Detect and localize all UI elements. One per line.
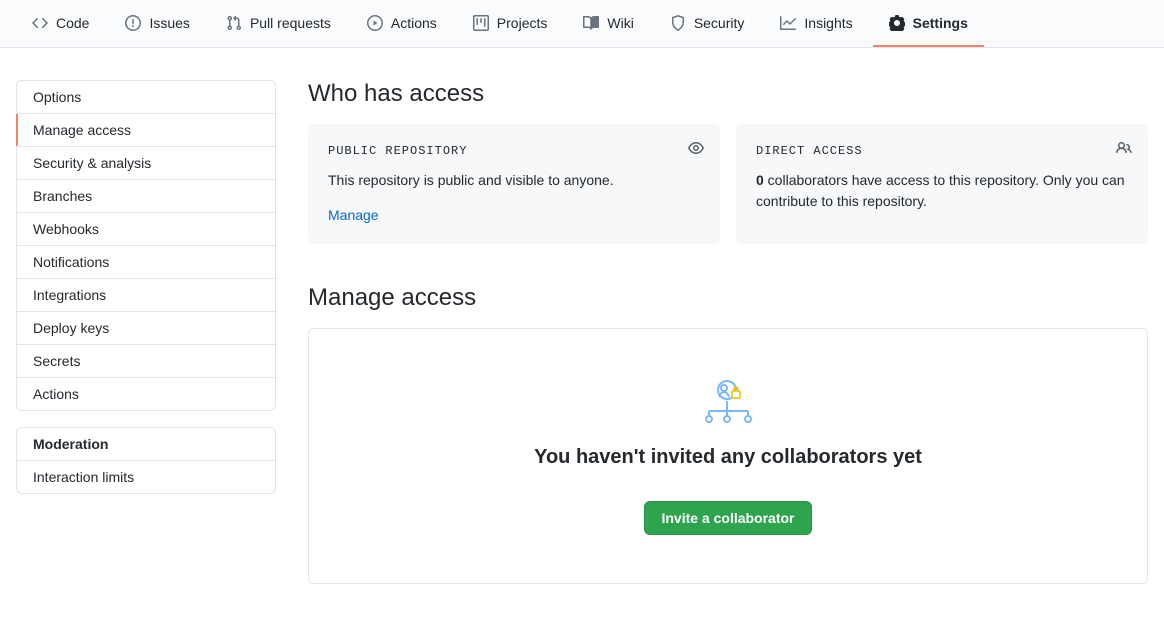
tab-label: Wiki [607,15,633,31]
public-repo-card: PUBLIC REPOSITORY This repository is pub… [308,124,720,244]
sidebar-item-branches[interactable]: Branches [17,180,275,213]
tab-code[interactable]: Code [16,0,105,47]
main-content: Who has access PUBLIC REPOSITORY This re… [308,80,1148,584]
tab-settings[interactable]: Settings [873,0,984,47]
blankslate-title: You haven't invited any collaborators ye… [341,446,1115,469]
tab-wiki[interactable]: Wiki [567,0,649,47]
tab-label: Security [694,15,745,31]
issue-icon [125,15,141,31]
tab-security[interactable]: Security [654,0,761,47]
sidebar-item-actions[interactable]: Actions [17,378,275,410]
tab-issues[interactable]: Issues [109,0,205,47]
access-cards: PUBLIC REPOSITORY This repository is pub… [308,124,1148,244]
tab-pulls[interactable]: Pull requests [210,0,347,47]
public-repo-title: PUBLIC REPOSITORY [328,144,700,158]
settings-menu: Options Manage access Security & analysi… [16,80,276,411]
sidebar-item-notifications[interactable]: Notifications [17,246,275,279]
collaborator-count: 0 [756,172,764,188]
tab-label: Actions [391,15,437,31]
tab-label: Insights [804,15,852,31]
tab-label: Settings [913,15,968,31]
repo-tabnav: Code Issues Pull requests Actions Projec… [0,0,1164,48]
settings-sidebar: Options Manage access Security & analysi… [16,80,276,584]
collaborators-blankslate: You haven't invited any collaborators ye… [308,328,1148,584]
tab-label: Pull requests [250,15,331,31]
git-pull-request-icon [226,15,242,31]
invite-collaborator-button[interactable]: Invite a collaborator [644,501,811,535]
moderation-menu: Moderation Interaction limits [16,427,276,494]
sidebar-item-secrets[interactable]: Secrets [17,345,275,378]
tab-label: Projects [497,15,548,31]
sidebar-item-security-analysis[interactable]: Security & analysis [17,147,275,180]
direct-access-title: DIRECT ACCESS [756,144,1128,158]
graph-icon [780,15,796,31]
direct-access-card: DIRECT ACCESS 0 collaborators have acces… [736,124,1148,244]
tab-actions[interactable]: Actions [351,0,453,47]
who-has-access-heading: Who has access [308,80,1148,108]
moderation-heading: Moderation [17,428,275,461]
sidebar-item-interaction-limits[interactable]: Interaction limits [17,461,275,493]
sidebar-item-integrations[interactable]: Integrations [17,279,275,312]
tab-label: Issues [149,15,189,31]
sidebar-item-options[interactable]: Options [17,81,275,114]
people-icon [1116,140,1132,159]
direct-access-body: 0 collaborators have access to this repo… [756,170,1128,212]
project-icon [473,15,489,31]
sidebar-item-webhooks[interactable]: Webhooks [17,213,275,246]
gear-icon [889,15,905,31]
collaborator-network-icon [700,377,756,427]
tab-insights[interactable]: Insights [764,0,868,47]
sidebar-item-manage-access[interactable]: Manage access [17,114,275,147]
sidebar-item-deploy-keys[interactable]: Deploy keys [17,312,275,345]
book-icon [583,15,599,31]
shield-icon [670,15,686,31]
manage-visibility-link[interactable]: Manage [328,207,379,223]
tab-label: Code [56,15,89,31]
play-icon [367,15,383,31]
manage-access-heading: Manage access [308,284,1148,312]
public-repo-body: This repository is public and visible to… [328,170,700,191]
eye-icon [688,140,704,159]
tab-projects[interactable]: Projects [457,0,564,47]
code-icon [32,15,48,31]
